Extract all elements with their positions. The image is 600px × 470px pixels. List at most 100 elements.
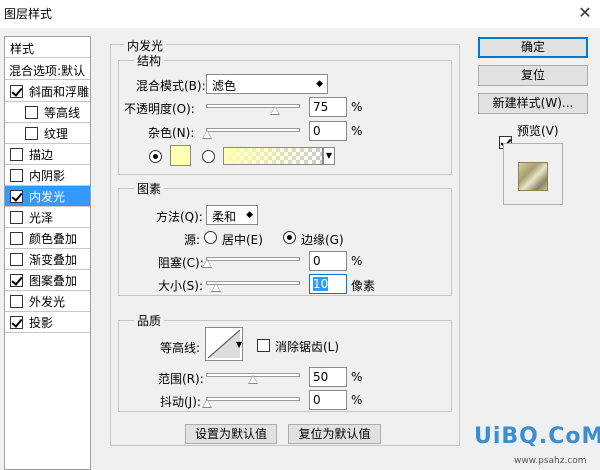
- style-item-checkbox[interactable]: [10, 252, 23, 266]
- range-slider-thumb[interactable]: [248, 375, 258, 384]
- size-value-selection: 10: [313, 277, 329, 291]
- choke-percent: %: [351, 254, 363, 268]
- reset-button[interactable]: 复位: [478, 65, 588, 86]
- noise-slider-track[interactable]: [206, 128, 300, 132]
- style-item-label: 投影: [29, 315, 54, 330]
- style-item-checkbox[interactable]: [10, 84, 23, 98]
- style-item[interactable]: 内发光: [5, 186, 90, 207]
- anti-alias-checkbox[interactable]: [257, 339, 270, 352]
- updown-arrows-icon: ◆: [246, 210, 253, 220]
- jitter-label: 抖动(J):: [160, 395, 201, 409]
- style-item[interactable]: 描边: [5, 144, 90, 165]
- style-item-checkbox[interactable]: [10, 231, 23, 245]
- style-item-label: 内阴影: [29, 168, 66, 183]
- jitter-slider-thumb[interactable]: [202, 399, 212, 408]
- set-as-default-button[interactable]: 设置为默认值: [185, 424, 277, 444]
- style-item-label: 描边: [29, 147, 54, 162]
- noise-slider-thumb[interactable]: [202, 130, 212, 139]
- style-item-checkbox[interactable]: [25, 126, 38, 140]
- style-item-checkbox[interactable]: [10, 210, 23, 224]
- source-label: 源:: [184, 233, 201, 247]
- blend-mode-select[interactable]: 滤色 ◆: [206, 74, 328, 94]
- range-label: 范围(R):: [158, 372, 204, 386]
- style-item-checkbox[interactable]: [10, 294, 23, 308]
- style-item-checkbox[interactable]: [10, 147, 23, 161]
- style-item[interactable]: 纹理: [5, 123, 90, 144]
- preview-thumbnail: [518, 162, 548, 191]
- watermark-logo: UiBQ.CoM: [474, 424, 600, 449]
- contour-dropdown-icon[interactable]: ▼: [236, 340, 242, 349]
- choke-slider-thumb[interactable]: [202, 259, 212, 268]
- source-edge-label[interactable]: 边缘(G): [301, 231, 344, 248]
- solid-color-radio[interactable]: [149, 150, 162, 163]
- source-center-label[interactable]: 居中(E): [222, 231, 263, 248]
- window-title: 图层样式: [4, 7, 53, 21]
- source-center-radio[interactable]: [204, 231, 217, 244]
- choke-slider-track[interactable]: [206, 257, 300, 261]
- gradient-swatch[interactable]: [223, 147, 323, 165]
- style-item[interactable]: 内阴影: [5, 165, 90, 186]
- noise-input[interactable]: 0: [309, 121, 347, 141]
- style-item-checkbox[interactable]: [25, 105, 38, 119]
- choke-label: 阻塞(C):: [158, 256, 204, 270]
- style-item[interactable]: 渐变叠加: [5, 249, 90, 270]
- jitter-percent: %: [351, 393, 363, 407]
- jitter-input[interactable]: 0: [309, 390, 347, 410]
- updown-arrows-icon: ◆: [316, 79, 323, 89]
- style-item-checkbox[interactable]: [10, 189, 23, 203]
- new-style-button[interactable]: 新建样式(W)...: [478, 93, 588, 114]
- style-item-label: 图案叠加: [29, 273, 78, 288]
- elements-title: 图素: [134, 180, 165, 197]
- opacity-slider-thumb[interactable]: [270, 106, 280, 115]
- style-item-label: 外发光: [29, 294, 66, 309]
- style-item[interactable]: 颜色叠加: [5, 228, 90, 249]
- blend-mode-label: 混合模式(B):: [136, 79, 206, 93]
- style-item[interactable]: 斜面和浮雕: [5, 81, 90, 102]
- close-icon[interactable]: ✕: [574, 3, 596, 23]
- style-item-label: 颜色叠加: [29, 231, 78, 246]
- style-item[interactable]: 图案叠加: [5, 270, 90, 291]
- gradient-radio[interactable]: [202, 150, 215, 163]
- watermark-url: www.psahz.com: [514, 456, 587, 466]
- title-bar: [0, 0, 600, 28]
- ok-button[interactable]: 确定: [478, 37, 588, 58]
- style-item-checkbox[interactable]: [10, 315, 23, 329]
- preview-label[interactable]: 预览(V): [517, 122, 559, 139]
- style-item[interactable]: 投影: [5, 312, 90, 333]
- size-unit: 像素: [351, 279, 376, 293]
- opacity-slider-track[interactable]: [206, 104, 300, 108]
- size-slider-thumb[interactable]: [211, 283, 221, 292]
- contour-label: 等高线:: [160, 341, 201, 355]
- noise-label: 杂色(N):: [148, 126, 195, 140]
- range-input[interactable]: 50: [309, 367, 347, 387]
- styles-list: 样式 混合选项:默认 斜面和浮雕等高线纹理描边内阴影内发光光泽颜色叠加渐变叠加图…: [4, 36, 91, 470]
- opacity-input[interactable]: 75: [309, 97, 347, 117]
- technique-value: 柔和: [212, 210, 237, 224]
- gradient-dropdown-icon[interactable]: ▼: [323, 147, 335, 165]
- style-item-label: 等高线: [44, 105, 81, 120]
- technique-select[interactable]: 柔和 ◆: [206, 205, 258, 225]
- style-item-label: 斜面和浮雕: [29, 84, 90, 99]
- style-item-label: 渐变叠加: [29, 252, 78, 267]
- style-item-label: 内发光: [29, 189, 66, 204]
- noise-percent: %: [351, 124, 363, 138]
- jitter-slider-track[interactable]: [206, 397, 300, 401]
- size-input[interactable]: 10: [309, 274, 347, 294]
- structure-title: 结构: [134, 52, 165, 69]
- style-item[interactable]: 外发光: [5, 291, 90, 312]
- style-item-checkbox[interactable]: [10, 273, 23, 287]
- opacity-label: 不透明度(O):: [124, 102, 195, 116]
- reset-to-default-button[interactable]: 复位为默认值: [288, 424, 381, 444]
- source-edge-radio[interactable]: [283, 231, 296, 244]
- blending-options-item[interactable]: 混合选项:默认: [5, 59, 90, 80]
- glow-color-swatch[interactable]: [170, 145, 191, 166]
- style-item-label: 纹理: [44, 126, 69, 141]
- style-item[interactable]: 光泽: [5, 207, 90, 228]
- style-item-checkbox[interactable]: [10, 168, 23, 182]
- size-label: 大小(S):: [158, 279, 204, 293]
- anti-alias-label[interactable]: 消除锯齿(L): [275, 338, 339, 355]
- choke-input[interactable]: 0: [309, 251, 347, 271]
- styles-header[interactable]: 样式: [5, 37, 90, 58]
- style-item[interactable]: 等高线: [5, 102, 90, 123]
- opacity-percent: %: [351, 100, 363, 114]
